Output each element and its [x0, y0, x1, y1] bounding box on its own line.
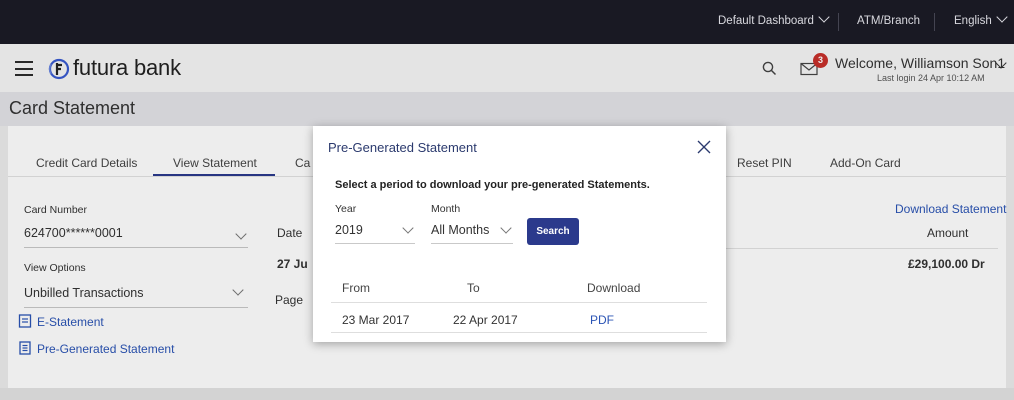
year-select[interactable]: 2019	[335, 223, 363, 237]
dialog-title: Pre-Generated Statement	[328, 140, 477, 155]
month-label: Month	[431, 203, 461, 215]
divider	[331, 302, 707, 303]
dialog-instruction: Select a period to download your pre-gen…	[335, 179, 650, 191]
month-select[interactable]: All Months	[431, 223, 489, 237]
download-column-header: Download	[587, 281, 641, 295]
divider	[431, 243, 513, 244]
divider	[335, 243, 415, 244]
year-label: Year	[335, 203, 357, 215]
search-button[interactable]: Search	[527, 218, 579, 245]
chevron-down-icon[interactable]	[402, 222, 414, 234]
close-icon[interactable]	[695, 138, 713, 156]
chevron-down-icon[interactable]	[500, 222, 512, 234]
pdf-download-link[interactable]: PDF	[590, 313, 614, 327]
to-column-header: To	[467, 281, 480, 295]
from-date-cell: 23 Mar 2017	[342, 313, 410, 327]
divider	[331, 332, 707, 333]
to-date-cell: 22 Apr 2017	[453, 313, 518, 327]
pre-generated-statement-dialog: Pre-Generated Statement Select a period …	[313, 126, 726, 342]
from-column-header: From	[342, 281, 370, 295]
